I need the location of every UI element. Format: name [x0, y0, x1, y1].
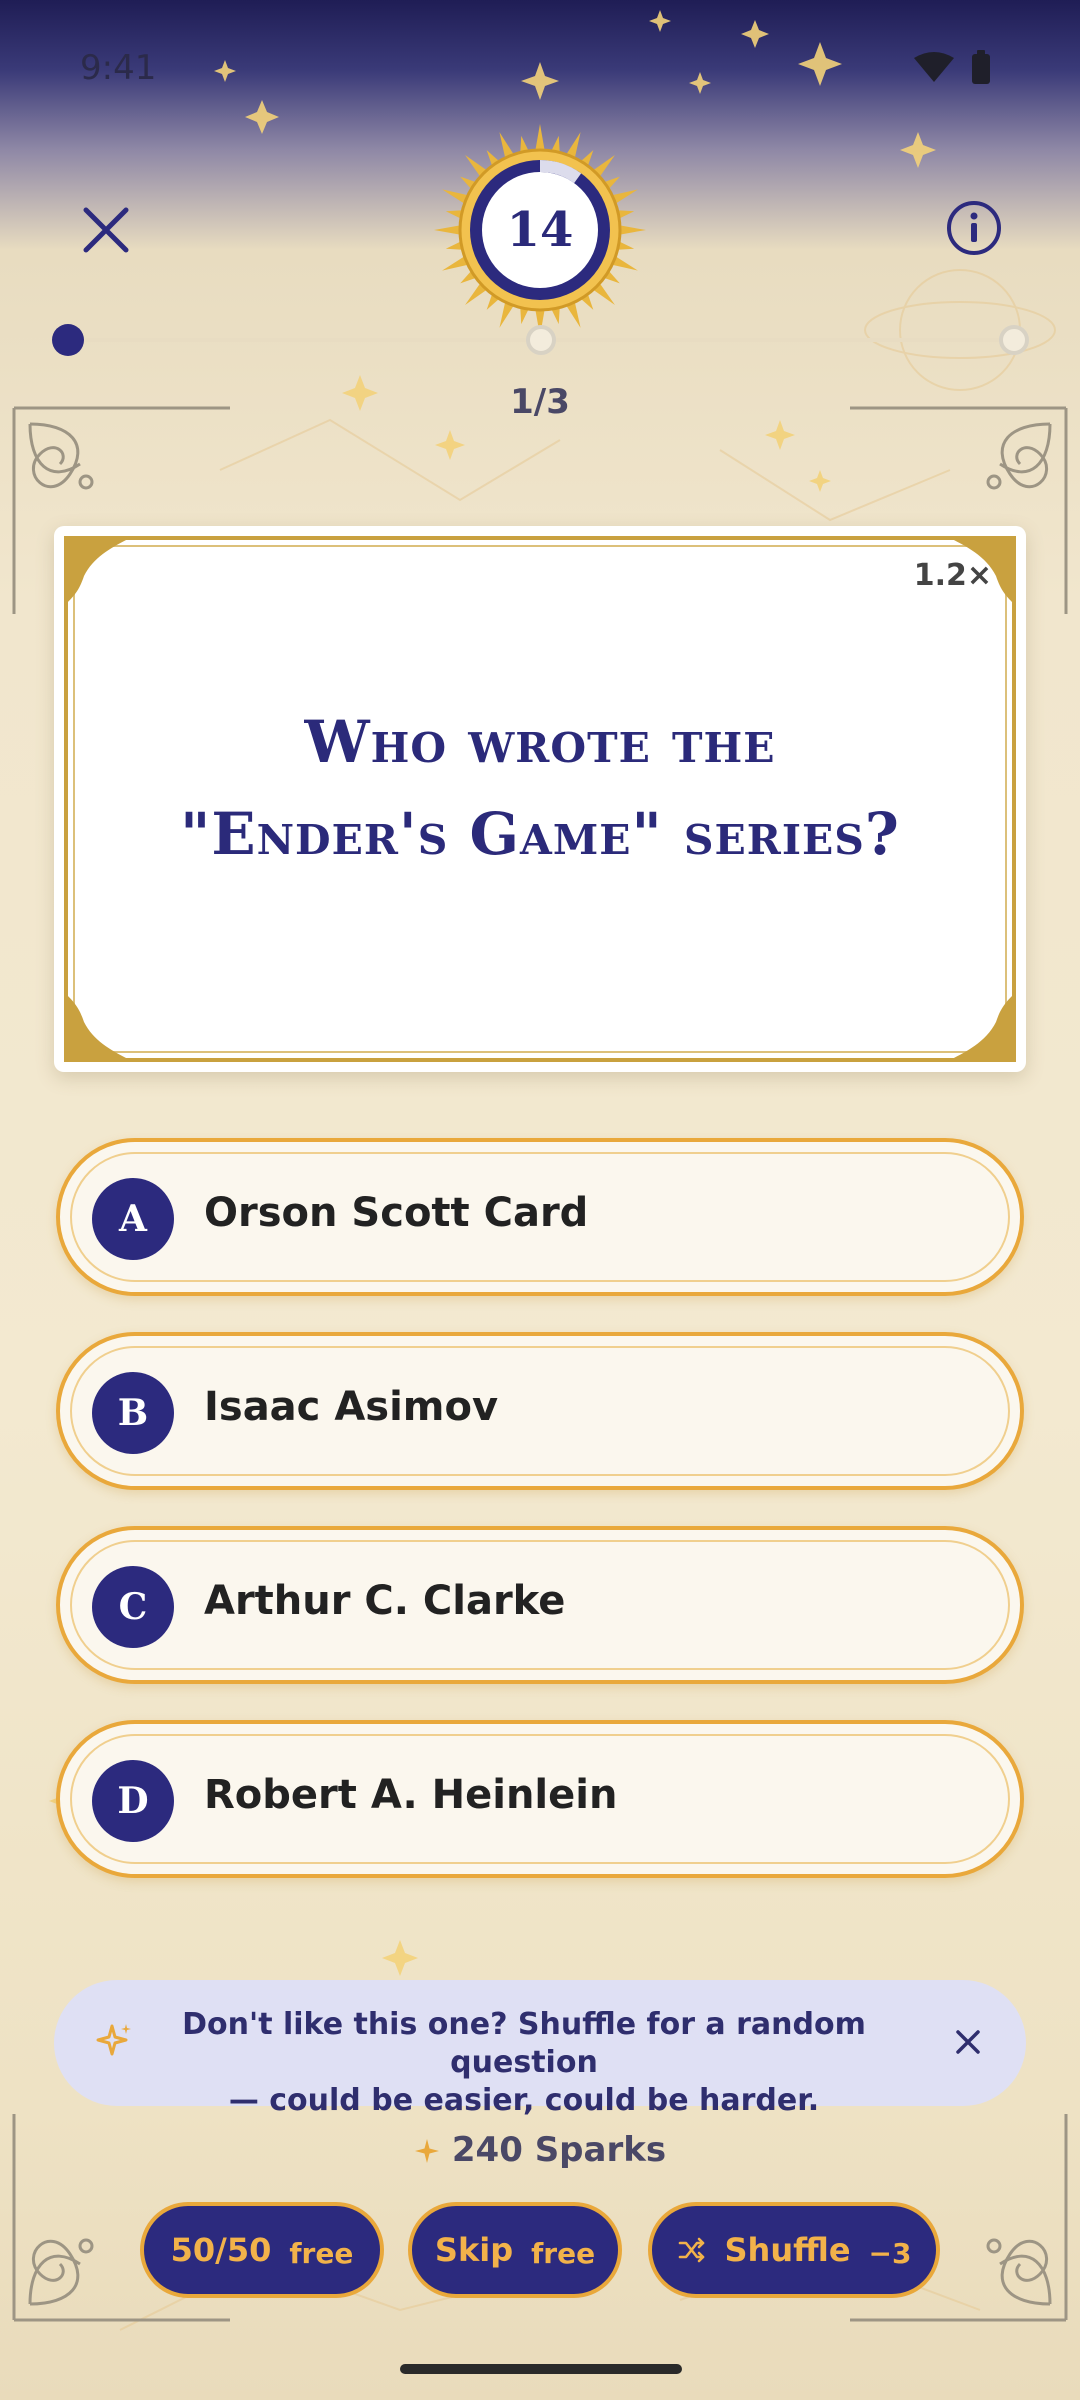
score-multiplier: 1.2× — [913, 558, 992, 593]
hint-text: Don't like this one? Shuffle for a rando… — [182, 2007, 866, 2118]
skip-button[interactable]: Skip free — [408, 2202, 622, 2298]
answer-option-a[interactable]: A Orson Scott Card — [56, 1138, 1024, 1296]
answer-text: Robert A. Heinlein — [204, 1772, 618, 1818]
dismiss-hint-icon[interactable] — [950, 2024, 986, 2060]
sparks-count: 240 Sparks — [451, 2130, 667, 2170]
wifi-icon — [914, 52, 954, 82]
battery-icon — [972, 54, 990, 84]
answer-option-c[interactable]: C Arthur C. Clarke — [56, 1526, 1024, 1684]
status-time: 9:41 — [80, 48, 157, 88]
answer-letter: A — [92, 1178, 174, 1260]
answer-option-b[interactable]: B Isaac Asimov — [56, 1332, 1024, 1490]
fifty-fifty-button[interactable]: 50/50 free — [140, 2202, 384, 2298]
spark-icon — [414, 2139, 439, 2163]
info-icon[interactable] — [944, 198, 1004, 258]
answer-text: Orson Scott Card — [204, 1190, 589, 1236]
progress-dot — [526, 325, 556, 355]
question-text: Who wrote the "Ender's Game" series? — [94, 696, 986, 880]
home-indicator[interactable] — [400, 2364, 682, 2374]
status-icons — [914, 50, 990, 84]
sparks-balance: 240 Sparks — [0, 2130, 1080, 2170]
close-icon[interactable] — [74, 198, 138, 262]
answer-text: Isaac Asimov — [204, 1384, 499, 1430]
progress-track — [52, 324, 1029, 356]
shuffle-hint-banner: Don't like this one? Shuffle for a rando… — [54, 1980, 1026, 2118]
answer-letter: B — [92, 1372, 174, 1454]
answer-letter: D — [92, 1760, 174, 1842]
timer-value: 14 — [506, 202, 574, 258]
sparkle-icon — [96, 2024, 131, 2056]
progress-dot — [52, 324, 84, 356]
answer-letter: C — [92, 1566, 174, 1648]
question-line-1: Who wrote the — [304, 708, 776, 776]
answer-option-d[interactable]: D Robert A. Heinlein — [56, 1720, 1024, 1878]
answer-text: Arthur C. Clarke — [204, 1578, 566, 1624]
progress-dot — [999, 325, 1029, 355]
shuffle-button[interactable]: Shuffle −3 — [648, 2202, 940, 2298]
shuffle-icon — [678, 2237, 704, 2263]
question-line-2: "Ender's Game" series? — [180, 800, 900, 868]
question-card: 1.2× Who wrote the "Ender's Game" series… — [54, 526, 1026, 1072]
